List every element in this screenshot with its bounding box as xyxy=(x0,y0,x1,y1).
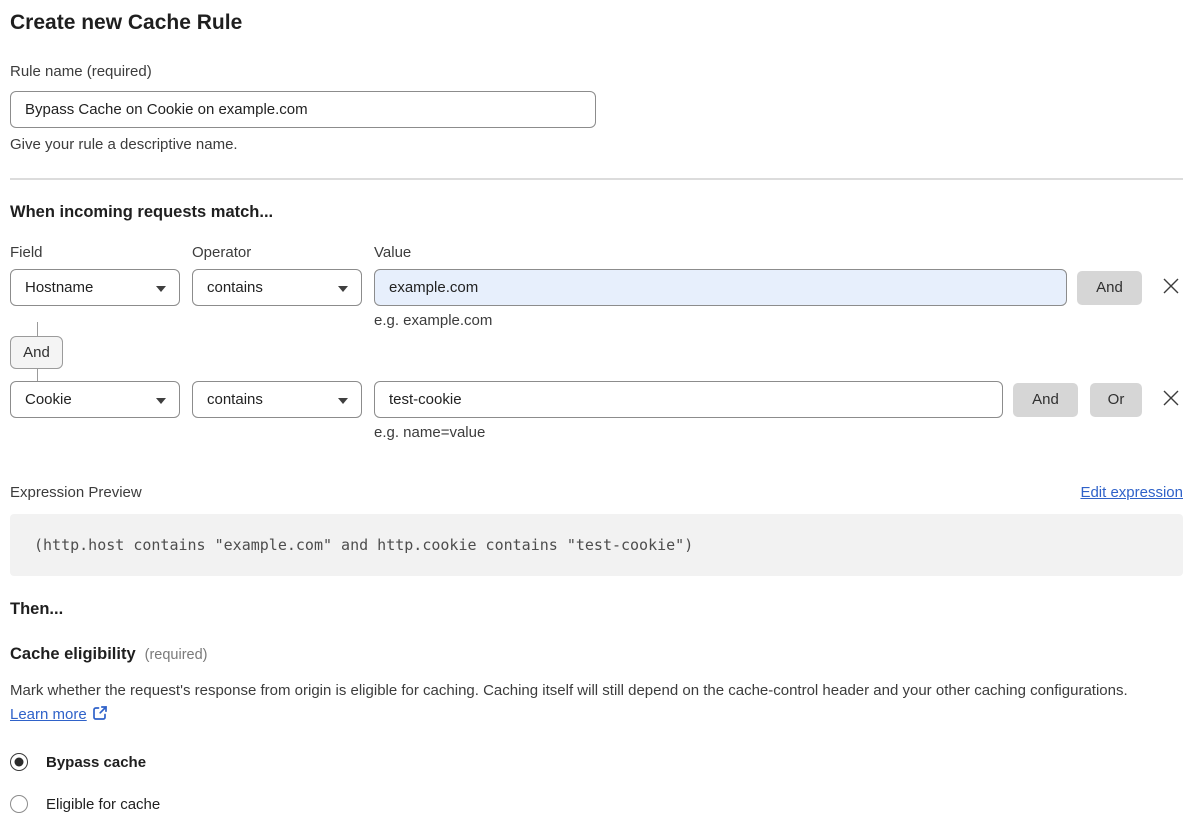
description-text: Mark whether the request's response from… xyxy=(10,682,1128,699)
value-input-row2[interactable] xyxy=(374,381,1003,418)
edit-expression-link[interactable]: Edit expression xyxy=(1080,484,1183,501)
add-and-button-row1[interactable]: And xyxy=(1077,270,1142,305)
expression-preview-label: Expression Preview xyxy=(10,484,142,501)
match-row-2: Cookie contains And Or xyxy=(10,381,1183,418)
rule-name-label: Rule name (required) xyxy=(10,63,152,80)
field-select-row1-value: Hostname xyxy=(25,279,94,296)
cache-eligibility-heading: Cache eligibility xyxy=(10,645,136,663)
expression-header: Expression Preview Edit expression xyxy=(10,484,1183,501)
operator-column-label: Operator xyxy=(192,244,252,261)
value-column-label: Value xyxy=(374,244,412,261)
expression-code-block: (http.host contains "example.com" and ht… xyxy=(10,514,1183,576)
builder-column-labels: Field Operator Value xyxy=(10,244,1183,261)
value-input-row1[interactable] xyxy=(374,269,1067,306)
close-icon xyxy=(1161,388,1181,411)
learn-more-link[interactable]: Learn more xyxy=(10,706,87,723)
field-select-row2[interactable]: Cookie xyxy=(10,381,180,418)
remove-row2-button[interactable] xyxy=(1159,388,1183,412)
rule-name-input[interactable] xyxy=(10,91,596,128)
chevron-down-icon xyxy=(338,391,348,408)
operator-select-row2[interactable]: contains xyxy=(192,381,362,418)
field-column-label: Field xyxy=(10,244,43,261)
match-heading: When incoming requests match... xyxy=(10,203,274,221)
add-and-button-row2[interactable]: And xyxy=(1013,382,1078,417)
external-link-icon xyxy=(92,705,108,729)
operator-select-row1[interactable]: contains xyxy=(192,269,362,306)
radio-option-bypass[interactable]: Bypass cache xyxy=(10,753,1183,771)
row-connector: And xyxy=(10,322,1183,381)
rule-name-help: Give your rule a descriptive name. xyxy=(10,136,238,153)
field-select-row1[interactable]: Hostname xyxy=(10,269,180,306)
chevron-down-icon xyxy=(156,391,166,408)
radio-option-label: Eligible for cache xyxy=(46,795,161,813)
field-select-row2-value: Cookie xyxy=(25,391,72,408)
section-divider xyxy=(10,178,1183,180)
operator-select-row1-value: contains xyxy=(207,279,263,296)
chevron-down-icon xyxy=(156,279,166,296)
match-row-1: Hostname contains And xyxy=(10,269,1183,306)
required-note: (required) xyxy=(144,647,208,663)
value-hint-row1: e.g. example.com xyxy=(374,312,493,329)
cache-eligibility-description: Mark whether the request's response from… xyxy=(10,679,1170,729)
then-heading: Then... xyxy=(10,600,64,618)
radio-option-eligible[interactable]: Eligible for cache xyxy=(10,795,1183,813)
radio-option-label: Bypass cache xyxy=(46,753,147,771)
radio-button-icon[interactable] xyxy=(10,753,28,771)
remove-row1-button[interactable] xyxy=(1159,276,1183,300)
create-cache-rule-page: Create new Cache Rule Rule name (require… xyxy=(0,0,1200,813)
add-or-button-row2[interactable]: Or xyxy=(1090,382,1142,417)
page-title: Create new Cache Rule xyxy=(10,11,243,34)
chevron-down-icon xyxy=(338,279,348,296)
connector-and-button[interactable]: And xyxy=(10,336,63,369)
close-icon xyxy=(1161,276,1181,299)
operator-select-row2-value: contains xyxy=(207,391,263,408)
value-hint-row2: e.g. name=value xyxy=(374,424,486,441)
radio-button-icon[interactable] xyxy=(10,795,28,813)
cache-eligibility-heading-row: Cache eligibility (required) xyxy=(10,645,1183,664)
